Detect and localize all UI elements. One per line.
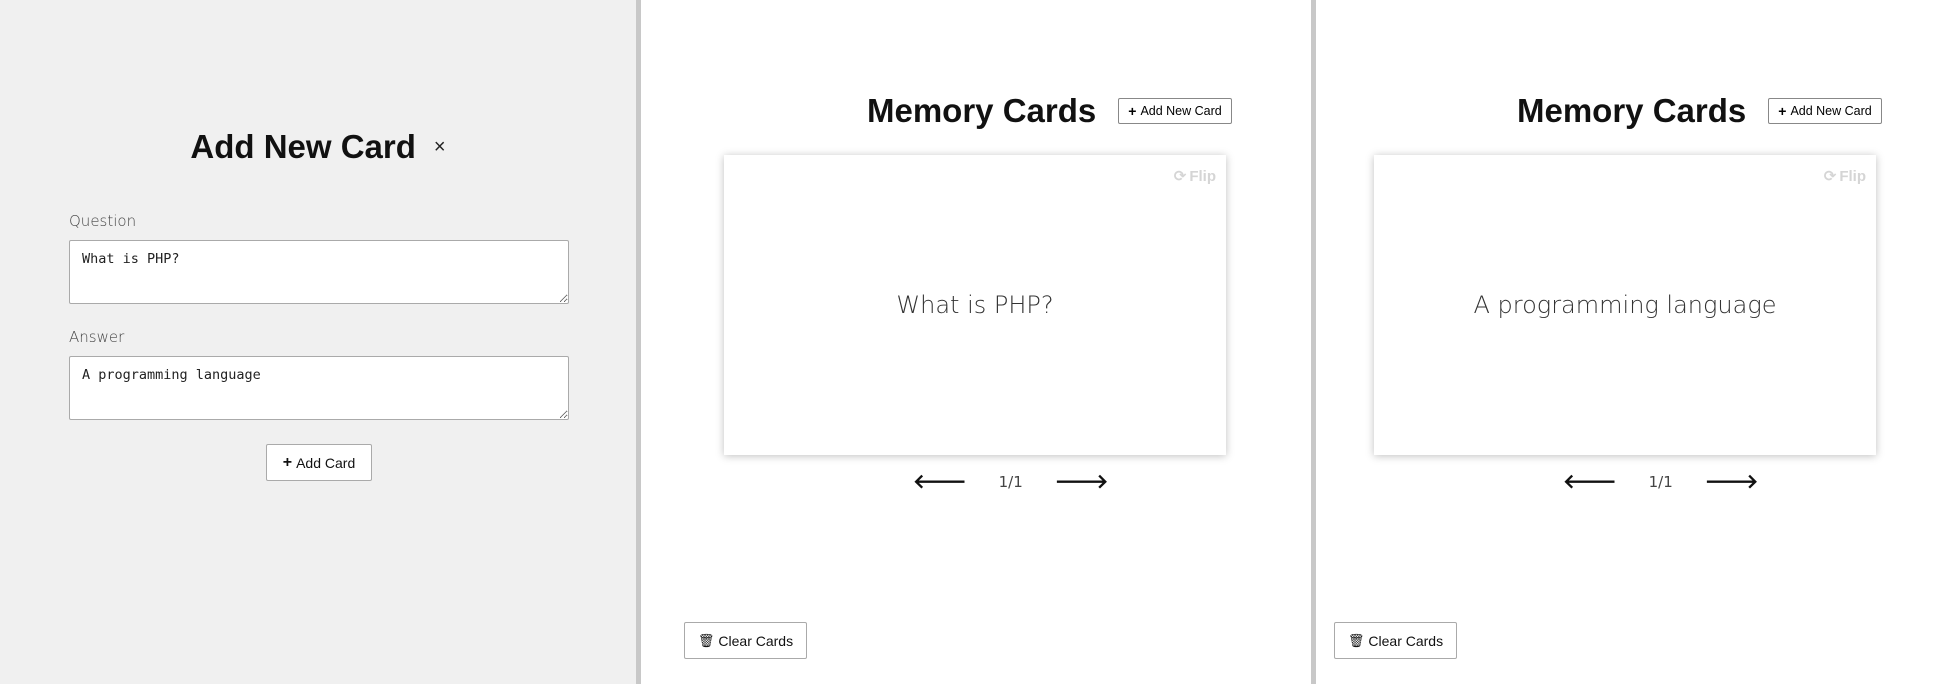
trash-icon: 🗑 [697,632,715,648]
add-new-card-label: Add New Card [1790,104,1872,118]
add-new-card-label: Add New Card [1140,104,1222,118]
question-label: Question [69,212,137,230]
add-card-panel: Add New Card × Question Answer + Add Car… [0,0,636,684]
clear-cards-button[interactable]: 🗑 Clear Cards [1334,622,1457,659]
answer-label: Answer [69,328,125,346]
clear-cards-label: Clear Cards [718,632,794,649]
trash-icon: 🗑 [1347,632,1365,648]
arrow-left-icon[interactable]: 🡐 [1563,472,1617,492]
add-card-button[interactable]: + Add Card [266,444,372,481]
add-card-button-label: Add Card [296,454,356,471]
answer-field[interactable] [69,356,569,420]
memory-card[interactable]: ⟳ Flip What is PHP? [724,155,1226,455]
card-viewer-front: Memory Cards + Add New Card ⟳ Flip What … [641,0,1311,684]
arrow-right-icon[interactable]: 🡒 [1055,472,1109,492]
memory-card[interactable]: ⟳ Flip A programming language [1374,155,1876,455]
card-viewer-back: Memory Cards + Add New Card ⟳ Flip A pro… [1316,0,1942,684]
card-answer-text: A programming language [1473,291,1777,319]
arrow-left-icon[interactable]: 🡐 [913,472,967,492]
add-new-card-button[interactable]: + Add New Card [1768,98,1882,124]
question-field[interactable] [69,240,569,304]
viewer-header: Memory Cards + Add New Card [1517,92,1882,130]
app-title: Memory Cards [867,92,1097,129]
app-title: Memory Cards [1517,92,1747,129]
card-navigation: 🡐 1/1 🡒 [1563,472,1758,492]
viewer-header: Memory Cards + Add New Card [867,92,1232,130]
card-navigation: 🡐 1/1 🡒 [913,472,1108,492]
add-card-header: Add New Card × [0,128,636,166]
add-new-card-button[interactable]: + Add New Card [1118,98,1232,124]
card-question-text: What is PHP? [896,291,1054,319]
clear-cards-label: Clear Cards [1368,632,1444,649]
arrow-right-icon[interactable]: 🡒 [1705,472,1759,492]
plus-icon: + [1778,103,1787,119]
close-icon[interactable]: × [434,137,446,157]
plus-icon: + [1128,103,1137,119]
clear-cards-button[interactable]: 🗑 Clear Cards [684,622,807,659]
card-counter: 1/1 [998,473,1023,491]
plus-icon: + [282,453,293,471]
card-counter: 1/1 [1648,473,1673,491]
add-card-title: Add New Card [190,128,416,165]
